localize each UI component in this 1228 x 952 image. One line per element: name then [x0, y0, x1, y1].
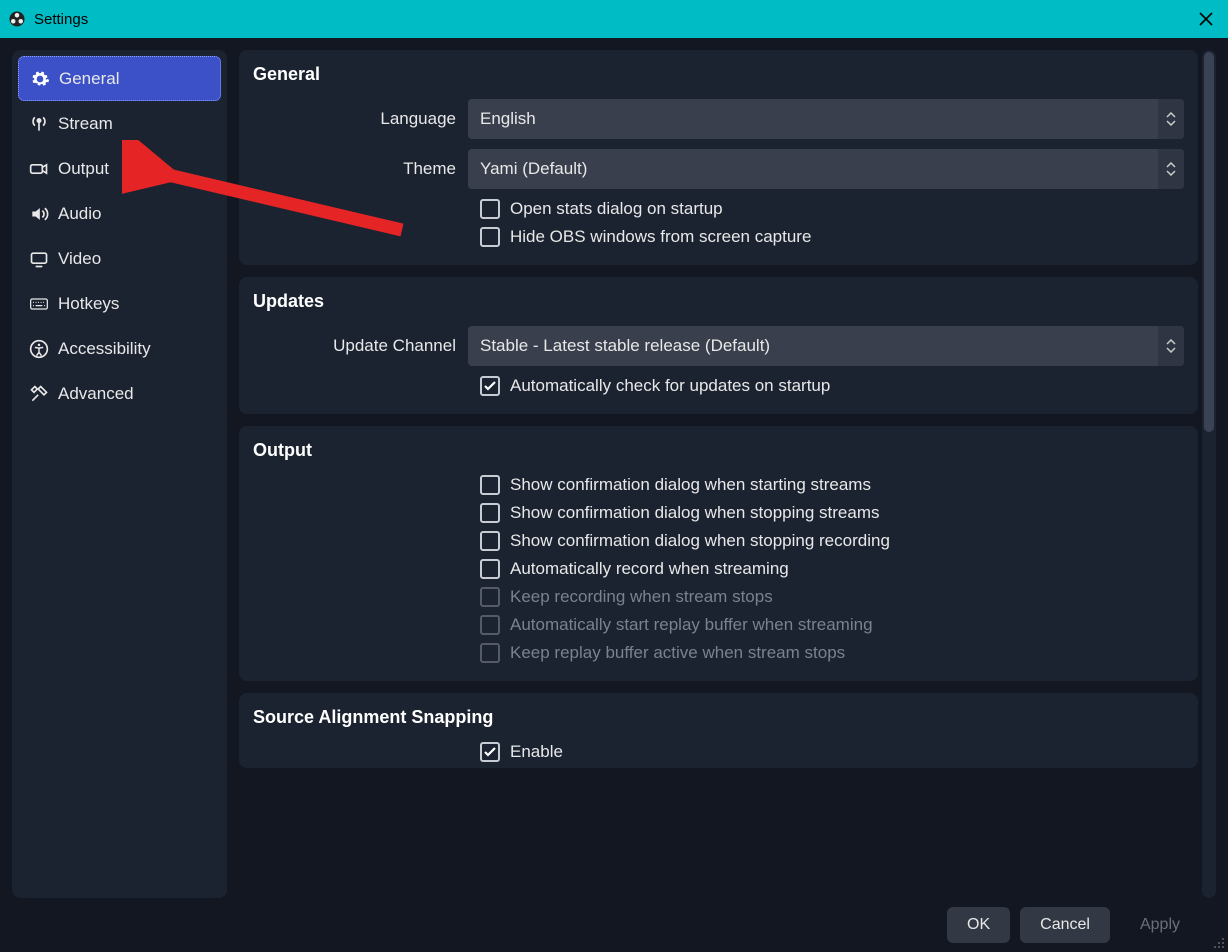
close-button[interactable]	[1192, 5, 1220, 33]
spinner-icon	[1158, 326, 1184, 366]
theme-select[interactable]: Yami (Default)	[468, 149, 1184, 189]
auto-record-checkbox[interactable]	[480, 559, 500, 579]
section-updates: Updates Update Channel Stable - Latest s…	[239, 277, 1198, 414]
gear-icon	[29, 68, 51, 90]
checkbox-label: Automatically check for updates on start…	[510, 376, 830, 396]
checkbox-label: Show confirmation dialog when stopping r…	[510, 531, 890, 551]
speaker-icon	[28, 203, 50, 225]
sidebar-item-stream[interactable]: Stream	[18, 101, 221, 146]
auto-replay-checkbox	[480, 615, 500, 635]
keyboard-icon	[28, 293, 50, 315]
sidebar-item-label: Output	[58, 159, 109, 179]
section-snapping: Source Alignment Snapping Enable	[239, 693, 1198, 768]
section-title: Updates	[253, 291, 1184, 312]
checkbox-label: Keep replay buffer active when stream st…	[510, 643, 845, 663]
section-general: General Language English	[239, 50, 1198, 265]
sidebar-item-label: Stream	[58, 114, 113, 134]
auto-update-checkbox[interactable]	[480, 376, 500, 396]
language-label: Language	[253, 109, 468, 129]
cancel-button[interactable]: Cancel	[1020, 907, 1110, 943]
language-select[interactable]: English	[468, 99, 1184, 139]
confirm-start-stream-checkbox[interactable]	[480, 475, 500, 495]
sidebar-item-general[interactable]: General	[18, 56, 221, 101]
keep-recording-checkbox	[480, 587, 500, 607]
content-area: General Language English	[239, 50, 1198, 898]
sidebar-item-label: General	[59, 69, 119, 89]
update-channel-select[interactable]: Stable - Latest stable release (Default)	[468, 326, 1184, 366]
confirm-stop-stream-checkbox[interactable]	[480, 503, 500, 523]
scroll-thumb[interactable]	[1204, 52, 1214, 432]
monitor-icon	[28, 248, 50, 270]
checkbox-label: Automatically record when streaming	[510, 559, 789, 579]
section-title: Source Alignment Snapping	[253, 707, 1184, 728]
section-title: General	[253, 64, 1184, 85]
theme-label: Theme	[253, 159, 468, 179]
update-channel-label: Update Channel	[253, 336, 468, 356]
section-output: Output Show confirmation dialog when sta…	[239, 426, 1198, 681]
section-title: Output	[253, 440, 1184, 461]
sidebar-item-output[interactable]: Output	[18, 146, 221, 191]
footer: OK Cancel Apply	[0, 898, 1228, 952]
keep-replay-checkbox	[480, 643, 500, 663]
sidebar-item-label: Hotkeys	[58, 294, 119, 314]
sidebar-item-video[interactable]: Video	[18, 236, 221, 281]
checkbox-label: Hide OBS windows from screen capture	[510, 227, 811, 247]
camera-output-icon	[28, 158, 50, 180]
sidebar-item-label: Video	[58, 249, 101, 269]
accessibility-icon	[28, 338, 50, 360]
sidebar-item-audio[interactable]: Audio	[18, 191, 221, 236]
select-value: Yami (Default)	[480, 159, 587, 179]
hide-obs-checkbox[interactable]	[480, 227, 500, 247]
apply-button: Apply	[1120, 907, 1200, 943]
snapping-enable-checkbox[interactable]	[480, 742, 500, 762]
checkbox-label: Show confirmation dialog when starting s…	[510, 475, 871, 495]
select-value: Stable - Latest stable release (Default)	[480, 336, 770, 356]
ok-button[interactable]: OK	[947, 907, 1010, 943]
sidebar-item-label: Audio	[58, 204, 101, 224]
sidebar-item-label: Accessibility	[58, 339, 151, 359]
checkbox-label: Keep recording when stream stops	[510, 587, 773, 607]
app-icon	[8, 10, 26, 28]
sidebar-item-advanced[interactable]: Advanced	[18, 371, 221, 416]
resize-grip[interactable]	[1212, 936, 1226, 950]
spinner-icon	[1158, 149, 1184, 189]
window-title: Settings	[34, 11, 88, 28]
checkbox-label: Enable	[510, 742, 563, 762]
checkbox-label: Open stats dialog on startup	[510, 199, 723, 219]
open-stats-checkbox[interactable]	[480, 199, 500, 219]
sidebar-item-hotkeys[interactable]: Hotkeys	[18, 281, 221, 326]
select-value: English	[480, 109, 536, 129]
antenna-icon	[28, 113, 50, 135]
spinner-icon	[1158, 99, 1184, 139]
sidebar-item-accessibility[interactable]: Accessibility	[18, 326, 221, 371]
sidebar: General Stream Output Audio Video Hotkey…	[12, 50, 227, 898]
titlebar: Settings	[0, 0, 1228, 38]
confirm-stop-record-checkbox[interactable]	[480, 531, 500, 551]
settings-window: Settings General Stream Output Audio	[0, 0, 1228, 952]
checkbox-label: Show confirmation dialog when stopping s…	[510, 503, 879, 523]
checkbox-label: Automatically start replay buffer when s…	[510, 615, 873, 635]
sidebar-item-label: Advanced	[58, 384, 134, 404]
tools-icon	[28, 383, 50, 405]
scrollbar[interactable]	[1202, 50, 1216, 898]
